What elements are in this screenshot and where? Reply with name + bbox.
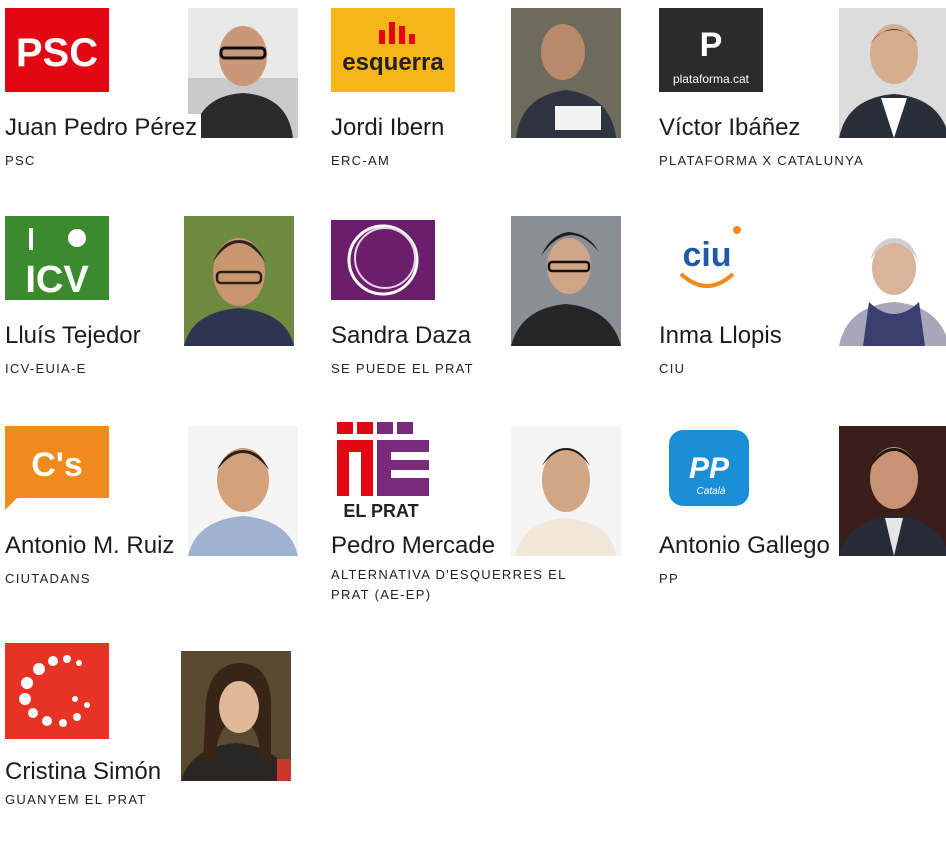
- candidate-card-3: P plataforma.cat Víctor Ibáñez PLATAFORM…: [659, 8, 946, 208]
- candidate-card-7: C's Antonio M. Ruiz CIUTADANS: [5, 426, 305, 626]
- cs-logo: C's: [5, 426, 109, 510]
- candidate-photo: [511, 216, 621, 346]
- candidate-party: ICV-EUIA-E: [5, 361, 87, 376]
- candidate-card-9: PP Català Antonio Gallego PP: [659, 426, 946, 626]
- pp-logo-text: PP: [689, 452, 730, 485]
- ciu-logo: ciu: [659, 216, 763, 300]
- candidate-party: SE PUEDE EL PRAT: [331, 361, 474, 376]
- candidate-party: PLATAFORMA X CATALUNYA: [659, 153, 865, 168]
- cs-logo-text: C's: [31, 446, 83, 484]
- candidate-card-1: PSC Juan Pedro Pérez PSC: [5, 8, 305, 208]
- candidate-name: Víctor Ibáñez: [659, 114, 805, 142]
- candidate-card-6: ciu Inma Llopis CIU: [659, 216, 946, 416]
- esquerra-logo-text: esquerra: [342, 49, 444, 76]
- icv-logo-text: ICV: [25, 259, 89, 300]
- candidate-photo: [511, 8, 621, 138]
- candidate-photo: [839, 426, 946, 556]
- candidate-photo: [839, 8, 946, 138]
- esquerra-logo: esquerra: [331, 8, 455, 92]
- candidate-name: Cristina Simón: [5, 758, 166, 786]
- candidate-photo: [188, 8, 298, 138]
- pxc-logo: P plataforma.cat: [659, 8, 763, 92]
- candidate-party: GUANYEM EL PRAT: [5, 792, 147, 807]
- candidate-party: PSC: [5, 153, 36, 168]
- candidate-name: Inma Llopis: [659, 322, 786, 350]
- svg-text:P: P: [700, 26, 723, 64]
- candidate-name: Lluís Tejedor: [5, 322, 145, 350]
- candidate-photo: [188, 426, 298, 556]
- candidate-name: Jordi Ibern: [331, 114, 449, 142]
- candidate-card-10: Cristina Simón GUANYEM EL PRAT: [5, 643, 305, 843]
- pp-logo-subtext: Català: [697, 486, 726, 497]
- candidate-name: Antonio Gallego: [659, 532, 834, 560]
- candidate-party: ERC-AM: [331, 153, 391, 168]
- candidate-photo: [184, 216, 294, 346]
- candidate-party: ALTERNATIVA D'ESQUERRES EL PRAT (AE-EP): [331, 567, 567, 602]
- candidate-photo: [511, 426, 621, 556]
- guanyem-logo: [5, 643, 109, 739]
- candidate-card-8: EL PRAT Pedro Mercade ALTERNATIVA D'ESQU…: [331, 418, 631, 618]
- ae-ep-logo: EL PRAT: [331, 418, 435, 522]
- se-puede-logo: [331, 216, 435, 300]
- ae-ep-logo-text: EL PRAT: [343, 501, 418, 521]
- candidate-card-2: esquerra Jordi Ibern ERC-AM: [331, 8, 631, 208]
- psc-logo-text: PSC: [16, 31, 98, 75]
- candidate-card-4: ICV Lluís Tejedor ICV-EUIA-E: [5, 216, 305, 416]
- candidate-party: CIU: [659, 361, 686, 376]
- candidate-party: CIUTADANS: [5, 571, 91, 586]
- pp-logo: PP Català: [659, 426, 763, 510]
- ciu-logo-text: ciu: [682, 236, 731, 274]
- icv-logo: ICV: [5, 216, 109, 300]
- candidate-name: Pedro Mercade: [331, 532, 500, 560]
- candidate-photo: [181, 651, 291, 781]
- candidate-photo: [839, 216, 946, 346]
- candidate-name: Sandra Daza: [331, 322, 476, 350]
- candidate-card-5: Sandra Daza SE PUEDE EL PRAT: [331, 216, 631, 416]
- psc-logo: PSC: [5, 8, 109, 92]
- candidate-name: Juan Pedro Pérez: [5, 114, 202, 142]
- candidate-name: Antonio M. Ruiz: [5, 532, 179, 560]
- candidate-party: PP: [659, 571, 679, 586]
- pxc-logo-text: plataforma.cat: [673, 72, 750, 86]
